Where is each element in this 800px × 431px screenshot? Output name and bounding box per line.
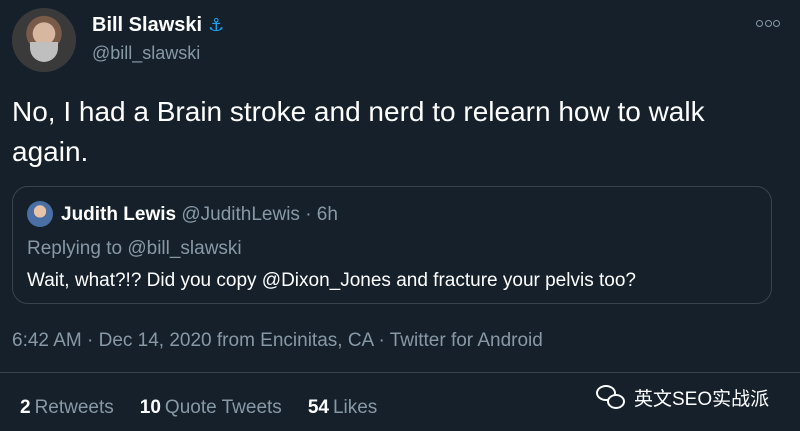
avatar[interactable] (12, 8, 76, 72)
more-options-icon[interactable] (756, 16, 780, 30)
watermark: 英文SEO实战派 (596, 384, 769, 411)
quoted-text: Wait, what?!? Did you copy @Dixon_Jones … (27, 270, 636, 291)
likes-count: 54 (307, 397, 329, 418)
quoted-header: Judith Lewis @JudithLewis · 6h (61, 203, 338, 227)
tweet-text: No, I had a Brain stroke and nerd to rel… (12, 96, 705, 167)
retweets-stat[interactable]: 2 Retweets (20, 396, 114, 420)
watermark-text: 英文SEO实战派 (634, 389, 770, 410)
engagement-stats: 2 Retweets 10 Quote Tweets 54 Likes (20, 396, 377, 420)
tweet-timestamp[interactable]: 6:42 AM · Dec 14, 2020 from Encinitas, C… (12, 329, 543, 353)
quoted-author-name: Judith Lewis (61, 204, 177, 225)
retweets-count: 2 (20, 397, 31, 418)
quoted-handle-time: @JudithLewis · 6h (181, 204, 338, 225)
quoted-replying-to: Replying to @bill_slawski (27, 238, 242, 259)
wechat-icon (596, 384, 626, 411)
quote-tweets-count: 10 (139, 397, 161, 418)
retweets-label: Retweets (34, 397, 114, 418)
author-display-name[interactable]: Bill Slawski (92, 12, 202, 38)
tweet-header: Bill Slawski ⚓ @bill_slawski (12, 8, 788, 72)
quoted-avatar (27, 201, 53, 227)
quoted-tweet[interactable]: Judith Lewis @JudithLewis · 6h Replying … (12, 186, 772, 304)
quote-tweets-label: Quote Tweets (164, 397, 282, 418)
anchor-icon: ⚓ (208, 15, 225, 35)
author-handle[interactable]: @bill_slawski (92, 40, 224, 66)
likes-stat[interactable]: 54 Likes (308, 396, 378, 420)
likes-label: Likes (332, 397, 378, 418)
divider (0, 372, 800, 373)
author-block: Bill Slawski ⚓ @bill_slawski (92, 12, 224, 66)
quote-tweets-stat[interactable]: 10 Quote Tweets (140, 396, 282, 420)
